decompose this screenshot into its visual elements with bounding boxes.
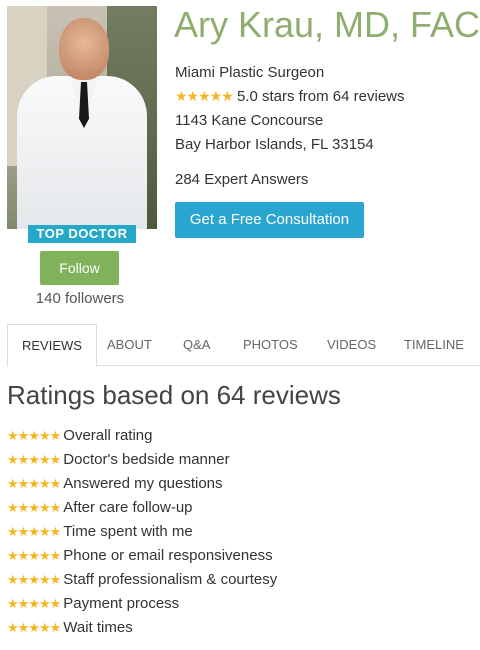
address-line-2: Bay Harbor Islands, FL 33154 (175, 136, 374, 153)
rating-row: ★★★★★ Time spent with me (7, 523, 193, 540)
rating-row: ★★★★★ Payment process (7, 595, 179, 612)
rating-row: ★★★★★ Overall rating (7, 427, 152, 444)
expert-answers-link[interactable]: 284 Expert Answers (175, 171, 308, 188)
star-rating-icon: ★★★★★ (7, 572, 61, 587)
tab-photos[interactable]: PHOTOS (243, 324, 298, 365)
top-doctor-badge: TOP DOCTOR (28, 225, 136, 243)
rating-row: ★★★★★ Staff professionalism & courtesy (7, 571, 277, 588)
rating-label: Staff professionalism & courtesy (63, 571, 278, 588)
rating-label: Payment process (63, 595, 180, 612)
rating-label: Phone or email responsiveness (63, 547, 273, 564)
tab-qa[interactable]: Q&A (183, 324, 210, 365)
tab-reviews[interactable]: REVIEWS (7, 324, 97, 367)
rating-label: Overall rating (63, 427, 153, 444)
star-rating-icon: ★★★★★ (7, 476, 61, 491)
specialty: Miami Plastic Surgeon (175, 64, 325, 81)
address-line-1: 1143 Kane Concourse (175, 112, 324, 129)
free-consultation-button[interactable]: Get a Free Consultation (175, 202, 364, 238)
rating-summary[interactable]: ★★★★★ 5.0 stars from 64 reviews (175, 88, 405, 105)
rating-summary-text: 5.0 stars from 64 reviews (236, 88, 405, 105)
doctor-photo (7, 6, 157, 229)
star-rating-icon: ★★★★★ (7, 500, 61, 515)
rating-row: ★★★★★ Phone or email responsiveness (7, 547, 273, 564)
star-rating-icon: ★★★★★ (7, 524, 61, 539)
tab-videos[interactable]: VIDEOS (327, 324, 376, 365)
followers-count: 140 followers (35, 290, 125, 307)
tab-about[interactable]: ABOUT (107, 324, 152, 365)
star-rating-icon: ★★★★★ (7, 596, 61, 611)
rating-label: Wait times (63, 619, 133, 636)
doctor-name: Ary Krau, MD, FACS (174, 4, 480, 45)
rating-stars-icon: ★★★★★ (175, 88, 234, 104)
follow-button[interactable]: Follow (40, 251, 119, 285)
rating-label: Time spent with me (63, 523, 193, 540)
star-rating-icon: ★★★★★ (7, 548, 61, 563)
rating-row: ★★★★★ Doctor's bedside manner (7, 451, 230, 468)
star-rating-icon: ★★★★★ (7, 428, 61, 443)
ratings-heading: Ratings based on 64 reviews (7, 380, 341, 410)
rating-label: Doctor's bedside manner (63, 451, 230, 468)
star-rating-icon: ★★★★★ (7, 452, 61, 467)
tab-timeline[interactable]: TIMELINE (404, 324, 464, 365)
rating-row: ★★★★★ Wait times (7, 619, 133, 636)
rating-label: Answered my questions (63, 475, 223, 492)
photo-head (59, 18, 109, 80)
rating-label: After care follow-up (63, 499, 193, 516)
profile-tabs: REVIEWS ABOUT Q&A PHOTOS VIDEOS TIMELINE (7, 324, 480, 367)
rating-row: ★★★★★ After care follow-up (7, 499, 193, 516)
star-rating-icon: ★★★★★ (7, 620, 61, 635)
rating-row: ★★★★★ Answered my questions (7, 475, 223, 492)
